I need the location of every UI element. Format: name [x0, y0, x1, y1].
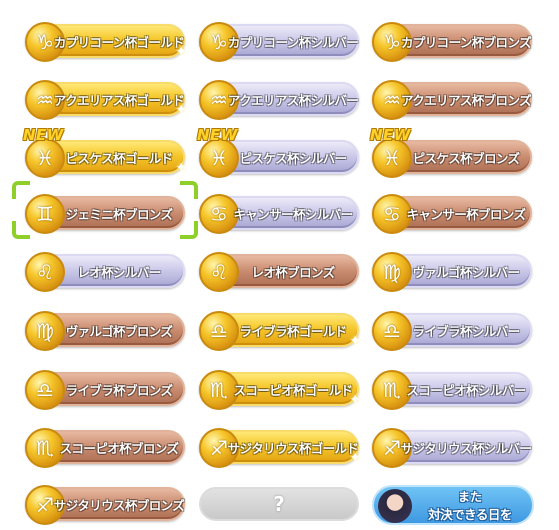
badge-label: カプリコーン杯ゴールド — [53, 34, 185, 50]
leo-icon: ♌ — [199, 252, 239, 292]
badge-label: サジタリウス杯ゴールド — [227, 440, 359, 456]
badge-label: カプリコーン杯シルバー — [227, 34, 359, 50]
badge-silver[interactable]: ♍ ヴァルゴ杯シルバー — [372, 252, 532, 292]
badge-silver[interactable]: ♎ ライブラ杯シルバー — [372, 311, 532, 351]
promo-line-2: 対決できる日を — [428, 507, 512, 522]
sparkle-icon: ✦ — [349, 392, 361, 408]
question-mark-icon: ? — [273, 492, 285, 516]
badge-gold[interactable]: ♑ カプリコーン杯ゴールド ✦ — [25, 22, 187, 62]
leo-icon: ♌ — [25, 252, 65, 292]
badge-silver[interactable]: ♌ レオ杯シルバー — [25, 252, 185, 292]
badge-label: ピスケス杯ゴールド — [65, 150, 173, 166]
badge-silver[interactable]: ♋ キャンサー杯シルバー — [199, 194, 359, 234]
promo-banner[interactable]: また 対決できる日を — [372, 485, 534, 525]
badge-label: キャンサー杯シルバー — [233, 206, 354, 222]
badge-label: アクエリアス杯ゴールド — [53, 92, 185, 108]
badge-label: アクエリアス杯ブロンズ — [400, 92, 532, 108]
sparkle-icon: ✦ — [175, 44, 187, 60]
sparkle-icon: ✦ — [175, 102, 187, 118]
badge-label: アクエリアス杯シルバー — [227, 92, 359, 108]
badge-silver[interactable]: ♏ スコーピオ杯シルバー — [372, 370, 532, 410]
badge-silver[interactable]: ♐ サジタリウス杯シルバー — [372, 428, 532, 468]
badge-silver[interactable]: ♑ カプリコーン杯シルバー — [199, 22, 359, 62]
badge-gold[interactable]: ♓ ピスケス杯ゴールド ✦ NEW — [23, 126, 187, 178]
badge-bronze[interactable]: ♓ ピスケス杯ブロンズ NEW — [370, 126, 532, 178]
new-tag: NEW — [197, 126, 238, 144]
badge-label: スコーピオ杯ゴールド — [233, 382, 354, 398]
badge-label: レオ杯ブロンズ — [251, 264, 335, 280]
badge-bronze[interactable]: ♑ カプリコーン杯ブロンズ — [372, 22, 532, 62]
badge-grid: ♑ カプリコーン杯ゴールド ✦ ♑ カプリコーン杯シルバー ♑ カプリコーン杯ブロンズ ♒ アク… — [0, 0, 559, 530]
badge-silver[interactable]: ♓ ピスケス杯シルバー NEW — [197, 126, 359, 178]
virgo-icon: ♍ — [372, 252, 412, 292]
selection-corner — [180, 221, 198, 239]
badge-label: ピスケス杯ブロンズ — [412, 150, 520, 166]
badge-label: スコーピオ杯シルバー — [406, 382, 527, 398]
pisces-icon: ♓ — [25, 138, 65, 178]
badge-label: レオ杯シルバー — [77, 264, 161, 280]
pisces-icon: ♓ — [372, 138, 412, 178]
badge-bronze[interactable]: ♐ サジタリウス杯ブロンズ — [25, 485, 185, 525]
badge-bronze[interactable]: ♒ アクエリアス杯ブロンズ — [372, 80, 532, 120]
selection-corner — [180, 181, 198, 199]
badge-label: サジタリウス杯シルバー — [400, 440, 532, 456]
new-tag: NEW — [23, 126, 64, 144]
badge-gold[interactable]: ♎ ライブラ杯ゴールド ✦ — [199, 311, 361, 351]
badge-label: カプリコーン杯ブロンズ — [400, 34, 532, 50]
selection-corner — [12, 221, 30, 239]
pisces-icon: ♓ — [199, 138, 239, 178]
badge-label: ヴァルゴ杯シルバー — [412, 264, 520, 280]
badge-label: キャンサー杯ブロンズ — [406, 206, 526, 222]
selection-frame — [12, 181, 198, 239]
badge-label: ライブラ杯ブロンズ — [65, 382, 173, 398]
badge-silver[interactable]: ♒ アクエリアス杯シルバー — [199, 80, 359, 120]
new-tag: NEW — [370, 126, 411, 144]
badge-gold[interactable]: ♐ サジタリウス杯ゴールド ✦ — [199, 428, 361, 468]
virgo-icon: ♍ — [25, 311, 65, 351]
sparkle-icon: ✦ — [175, 160, 187, 176]
badge-bronze[interactable]: ♎ ライブラ杯ブロンズ — [25, 370, 185, 410]
locked-badge[interactable]: ? — [199, 487, 359, 521]
promo-line-1: また — [457, 490, 482, 504]
sparkle-icon: ✦ — [349, 450, 361, 466]
sparkle-icon: ✦ — [349, 333, 361, 349]
badge-label: ライブラ杯ゴールド — [239, 323, 347, 339]
selection-corner — [12, 181, 30, 199]
badge-label: ライブラ杯シルバー — [412, 323, 520, 339]
libra-icon: ♎ — [25, 370, 65, 410]
libra-icon: ♎ — [199, 311, 239, 351]
libra-icon: ♎ — [372, 311, 412, 351]
badge-bronze[interactable]: ♏ スコーピオ杯ブロンズ — [25, 428, 185, 468]
badge-bronze[interactable]: ♌ レオ杯ブロンズ — [199, 252, 359, 292]
badge-bronze[interactable]: ♋ キャンサー杯ブロンズ — [372, 194, 532, 234]
badge-gold[interactable]: ♏ スコーピオ杯ゴールド ✦ — [199, 370, 361, 410]
character-avatar — [378, 489, 412, 523]
badge-label: サジタリウス杯ブロンズ — [53, 497, 185, 513]
badge-gold[interactable]: ♒ アクエリアス杯ゴールド ✦ — [25, 80, 187, 120]
badge-bronze[interactable]: ♍ ヴァルゴ杯ブロンズ — [25, 311, 185, 351]
badge-label: ヴァルゴ杯ブロンズ — [65, 323, 173, 339]
badge-label: スコーピオ杯ブロンズ — [59, 440, 179, 456]
badge-label: ピスケス杯シルバー — [239, 150, 347, 166]
